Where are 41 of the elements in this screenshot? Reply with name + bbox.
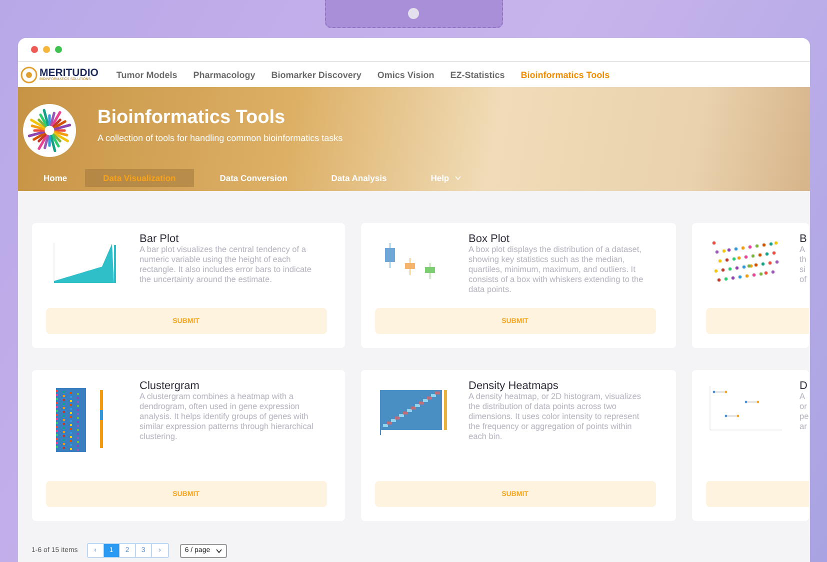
tool-description: A: [800, 392, 806, 402]
tool-description: A box plot displays the distribution of a dataset, showing key statistics such as the median, quartiles, minimum, maximum, and outliers. It consists of a box with whiskers extending to the data points.: [468, 245, 644, 295]
nav-tab[interactable]: Data Conversion: [202, 169, 306, 187]
tool-description: si: [800, 264, 806, 275]
nav-link[interactable]: EZ-Statistics: [442, 70, 513, 80]
tool-description: ar: [800, 422, 807, 432]
close-icon[interactable]: [30, 46, 38, 53]
maximize-icon[interactable]: [54, 46, 62, 53]
nav-link[interactable]: Bioinformatics Tools: [512, 70, 618, 80]
tool-description: A: [800, 245, 806, 255]
tool-description: or: [800, 402, 808, 412]
tool-title: D: [800, 380, 808, 392]
nav-link[interactable]: Tumor Models: [108, 70, 186, 80]
tool-description: A density heatmap, or 2D histogram, visualizes the distribution of data points across two dimensions. It uses color intensity to represent the frequency or aggregation of points within each bin.: [468, 392, 642, 442]
logo-icon: [22, 104, 76, 157]
tool-description: A clustergram combines a heatmap with a dendrogram, often used in gene expression analysis. It helps identify groups of genes with similar expression patterns through hierarchical clustering.: [140, 392, 314, 442]
tool-title: Density Heatmaps: [468, 380, 560, 392]
nav-tab[interactable]: Data Analysis: [313, 169, 405, 187]
tool-title: Clustergram: [140, 380, 200, 392]
brand-name: MERITUDIO: [40, 68, 98, 78]
banner-title: Bioinformatics Tools: [98, 106, 286, 128]
camera-icon: [408, 8, 419, 19]
caret-icon: [455, 176, 462, 180]
tool-description: pe: [800, 412, 808, 422]
submit-button[interactable]: [706, 481, 808, 507]
minimize-icon[interactable]: [42, 46, 50, 53]
nav-link[interactable]: Biomarker Discovery: [263, 70, 370, 80]
nav-link[interactable]: Omics Vision: [369, 70, 442, 80]
brand-logo-icon: [20, 66, 38, 84]
chevron-down-icon: [216, 548, 222, 552]
banner-subtitle: A collection of tools for handling common bioinformatics tasks: [98, 132, 343, 142]
nav-link[interactable]: Pharmacology: [185, 70, 264, 80]
tool-title: Bar Plot: [140, 233, 180, 245]
tool-description: of: [800, 274, 808, 285]
tool-description: th: [800, 254, 808, 265]
nav-tab[interactable]: Home: [26, 169, 86, 187]
tool-description: A bar plot visualizes the central tendency of a numeric variable using the height of each rectangle. It also includes error bars to indicate the uncertainty around the estimate.: [140, 245, 313, 285]
submit-button[interactable]: [706, 308, 808, 334]
tool-title: B: [800, 233, 808, 245]
tool-title: Box Plot: [468, 233, 510, 245]
nav-tab[interactable]: Data Visualization: [85, 169, 194, 187]
